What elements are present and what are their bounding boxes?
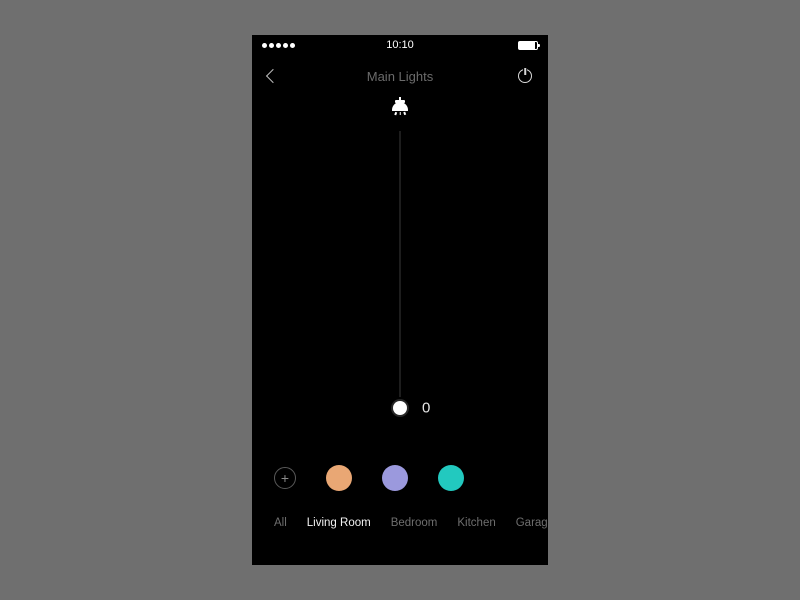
page-title: Main Lights [252, 69, 548, 84]
device-icon-wrap [252, 99, 548, 117]
room-tabs: All Living Room Bedroom Kitchen Garage [252, 517, 548, 529]
status-bar: 10:10 [252, 35, 548, 55]
room-tab-living-room[interactable]: Living Room [307, 517, 371, 529]
slider-track [400, 131, 401, 411]
slider-value: 0 [422, 400, 430, 417]
nav-bar: Main Lights [252, 55, 548, 89]
room-tab-garage[interactable]: Garage [516, 517, 548, 529]
brightness-slider[interactable]: 0 [252, 131, 548, 437]
room-tab-bedroom[interactable]: Bedroom [391, 517, 438, 529]
color-row: + [252, 465, 548, 491]
color-swatch[interactable] [326, 465, 352, 491]
lamp-icon [390, 99, 410, 117]
room-tab-kitchen[interactable]: Kitchen [457, 517, 495, 529]
room-tab-all[interactable]: All [274, 517, 287, 529]
phone-frame: 10:10 Main Lights 0 + All Living Room Be… [252, 35, 548, 565]
add-color-button[interactable]: + [274, 467, 296, 489]
status-time: 10:10 [252, 39, 548, 51]
slider-handle[interactable] [393, 401, 407, 415]
color-swatch[interactable] [382, 465, 408, 491]
color-swatch[interactable] [438, 465, 464, 491]
battery-icon [518, 41, 538, 50]
power-icon[interactable] [518, 69, 532, 83]
plus-icon: + [281, 471, 289, 485]
